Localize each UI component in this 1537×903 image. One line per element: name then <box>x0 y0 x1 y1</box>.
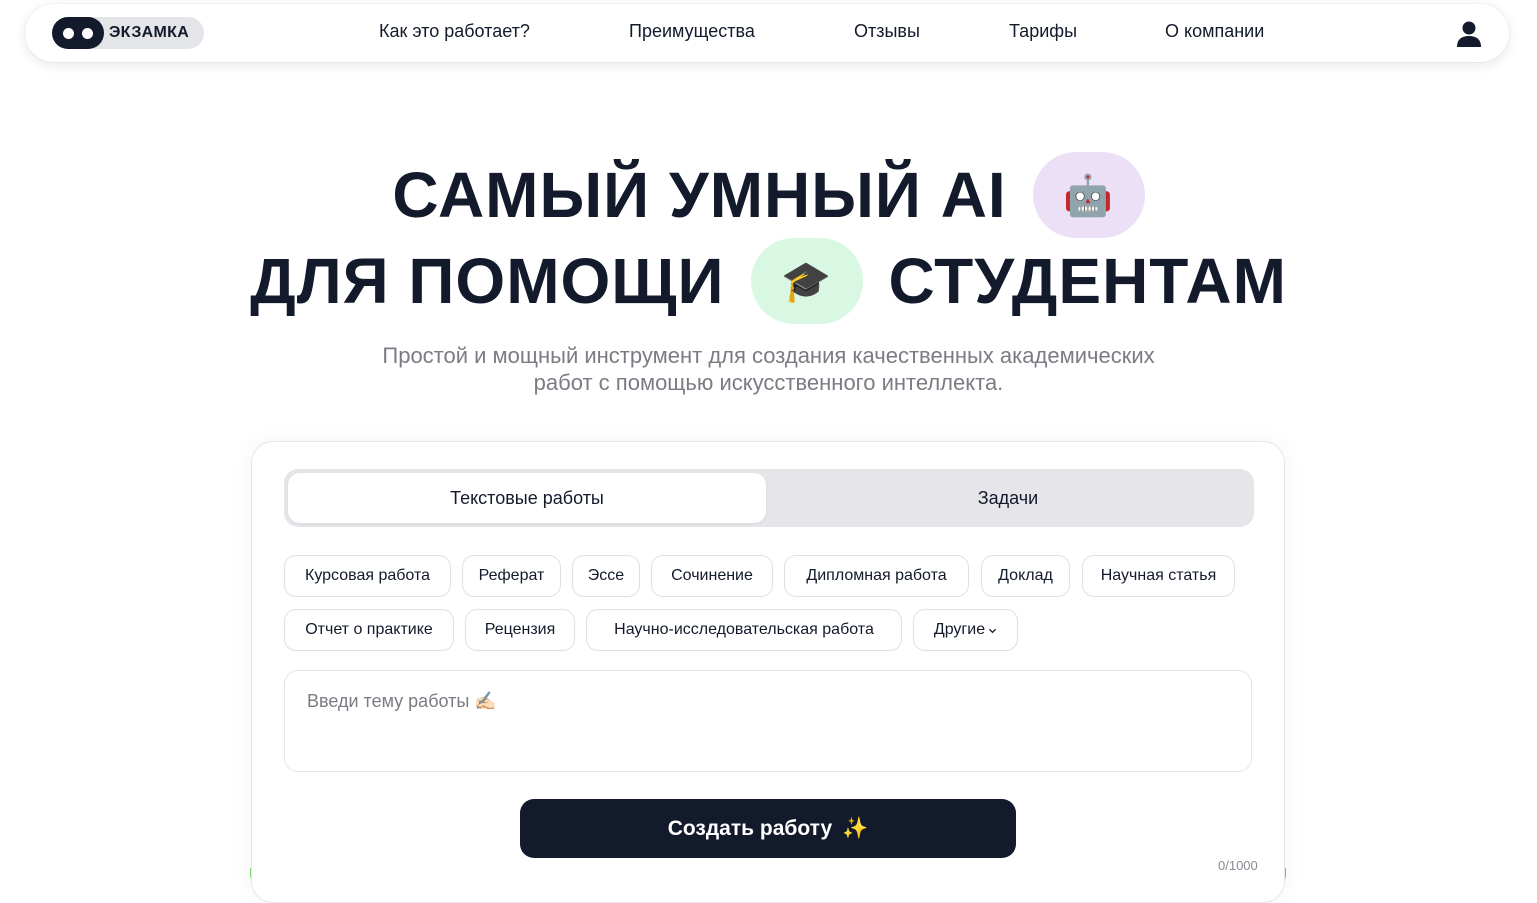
chip-other-label: Другие <box>933 621 986 638</box>
char-counter: 0/1000 <box>1218 858 1258 873</box>
nav-pricing[interactable]: Тарифы <box>1009 21 1077 42</box>
work-generator-card: Текстовые работы Задачи Курсовая работа … <box>251 441 1285 903</box>
chip-composition[interactable]: Сочинение <box>651 555 773 597</box>
chip-other-dropdown[interactable]: Другие <box>913 609 1018 651</box>
nav-reviews[interactable]: Отзывы <box>854 21 920 42</box>
robot-icon: 🤖 <box>1032 152 1145 238</box>
hero-subtitle: Простой и мощный инструмент для создания… <box>0 342 1537 396</box>
chip-coursework[interactable]: Курсовая работа <box>284 555 451 597</box>
brand-logo[interactable]: ЭКЗАМКА <box>52 17 204 49</box>
hero-title-line-2: ДЛЯ ПОМОЩИ 🎓 СТУДЕНТАМ <box>0 238 1537 324</box>
chip-essay[interactable]: Эссе <box>572 555 640 597</box>
chip-abstract[interactable]: Реферат <box>462 555 561 597</box>
top-navbar: ЭКЗАМКА Как это работает? Преимущества О… <box>25 4 1509 62</box>
brand-name: ЭКЗАМКА <box>109 24 190 41</box>
logo-eyes-icon <box>52 17 104 49</box>
hero-subtitle-line-2: работ с помощью искусственного интеллект… <box>533 370 1004 395</box>
tab-text-works[interactable]: Текстовые работы <box>288 473 766 523</box>
chip-report[interactable]: Доклад <box>981 555 1070 597</box>
hero-title-text-2a: ДЛЯ ПОМОЩИ <box>250 245 725 317</box>
topic-placeholder: Введи тему работы ✍🏻 <box>307 691 497 712</box>
hero-title-line-1: САМЫЙ УМНЫЙ AI 🤖 <box>0 152 1537 238</box>
topic-input[interactable]: Введи тему работы ✍🏻 <box>284 670 1252 772</box>
user-icon[interactable] <box>1455 20 1483 48</box>
chevron-down-icon <box>989 628 997 633</box>
work-type-tabs: Текстовые работы Задачи <box>284 469 1254 527</box>
nav-advantages[interactable]: Преимущества <box>629 21 755 42</box>
chip-diploma[interactable]: Дипломная работа <box>784 555 969 597</box>
sparkles-icon: ✨ <box>842 816 869 840</box>
nav-about[interactable]: О компании <box>1165 21 1264 42</box>
topic-placeholder-text: Введи тему работы <box>307 691 470 711</box>
chip-review[interactable]: Рецензия <box>465 609 575 651</box>
chip-practice-report[interactable]: Отчет о практике <box>284 609 454 651</box>
tab-tasks[interactable]: Задачи <box>766 473 1250 523</box>
nav-how-it-works[interactable]: Как это работает? <box>379 21 530 42</box>
create-work-label: Создать работу <box>667 816 833 840</box>
create-work-button[interactable]: Создать работу ✨ <box>520 799 1016 858</box>
chip-scientific-article[interactable]: Научная статья <box>1082 555 1235 597</box>
hero-subtitle-line-1: Простой и мощный инструмент для создания… <box>382 343 1155 368</box>
writing-hand-icon: ✍🏻 <box>474 691 497 711</box>
hero-title-text-2b: СТУДЕНТАМ <box>888 245 1287 317</box>
hero-title-text-1: САМЫЙ УМНЫЙ AI <box>392 159 1007 231</box>
graduation-cap-icon: 🎓 <box>750 238 863 324</box>
chip-research-work[interactable]: Научно-исследовательская работа <box>586 609 902 651</box>
